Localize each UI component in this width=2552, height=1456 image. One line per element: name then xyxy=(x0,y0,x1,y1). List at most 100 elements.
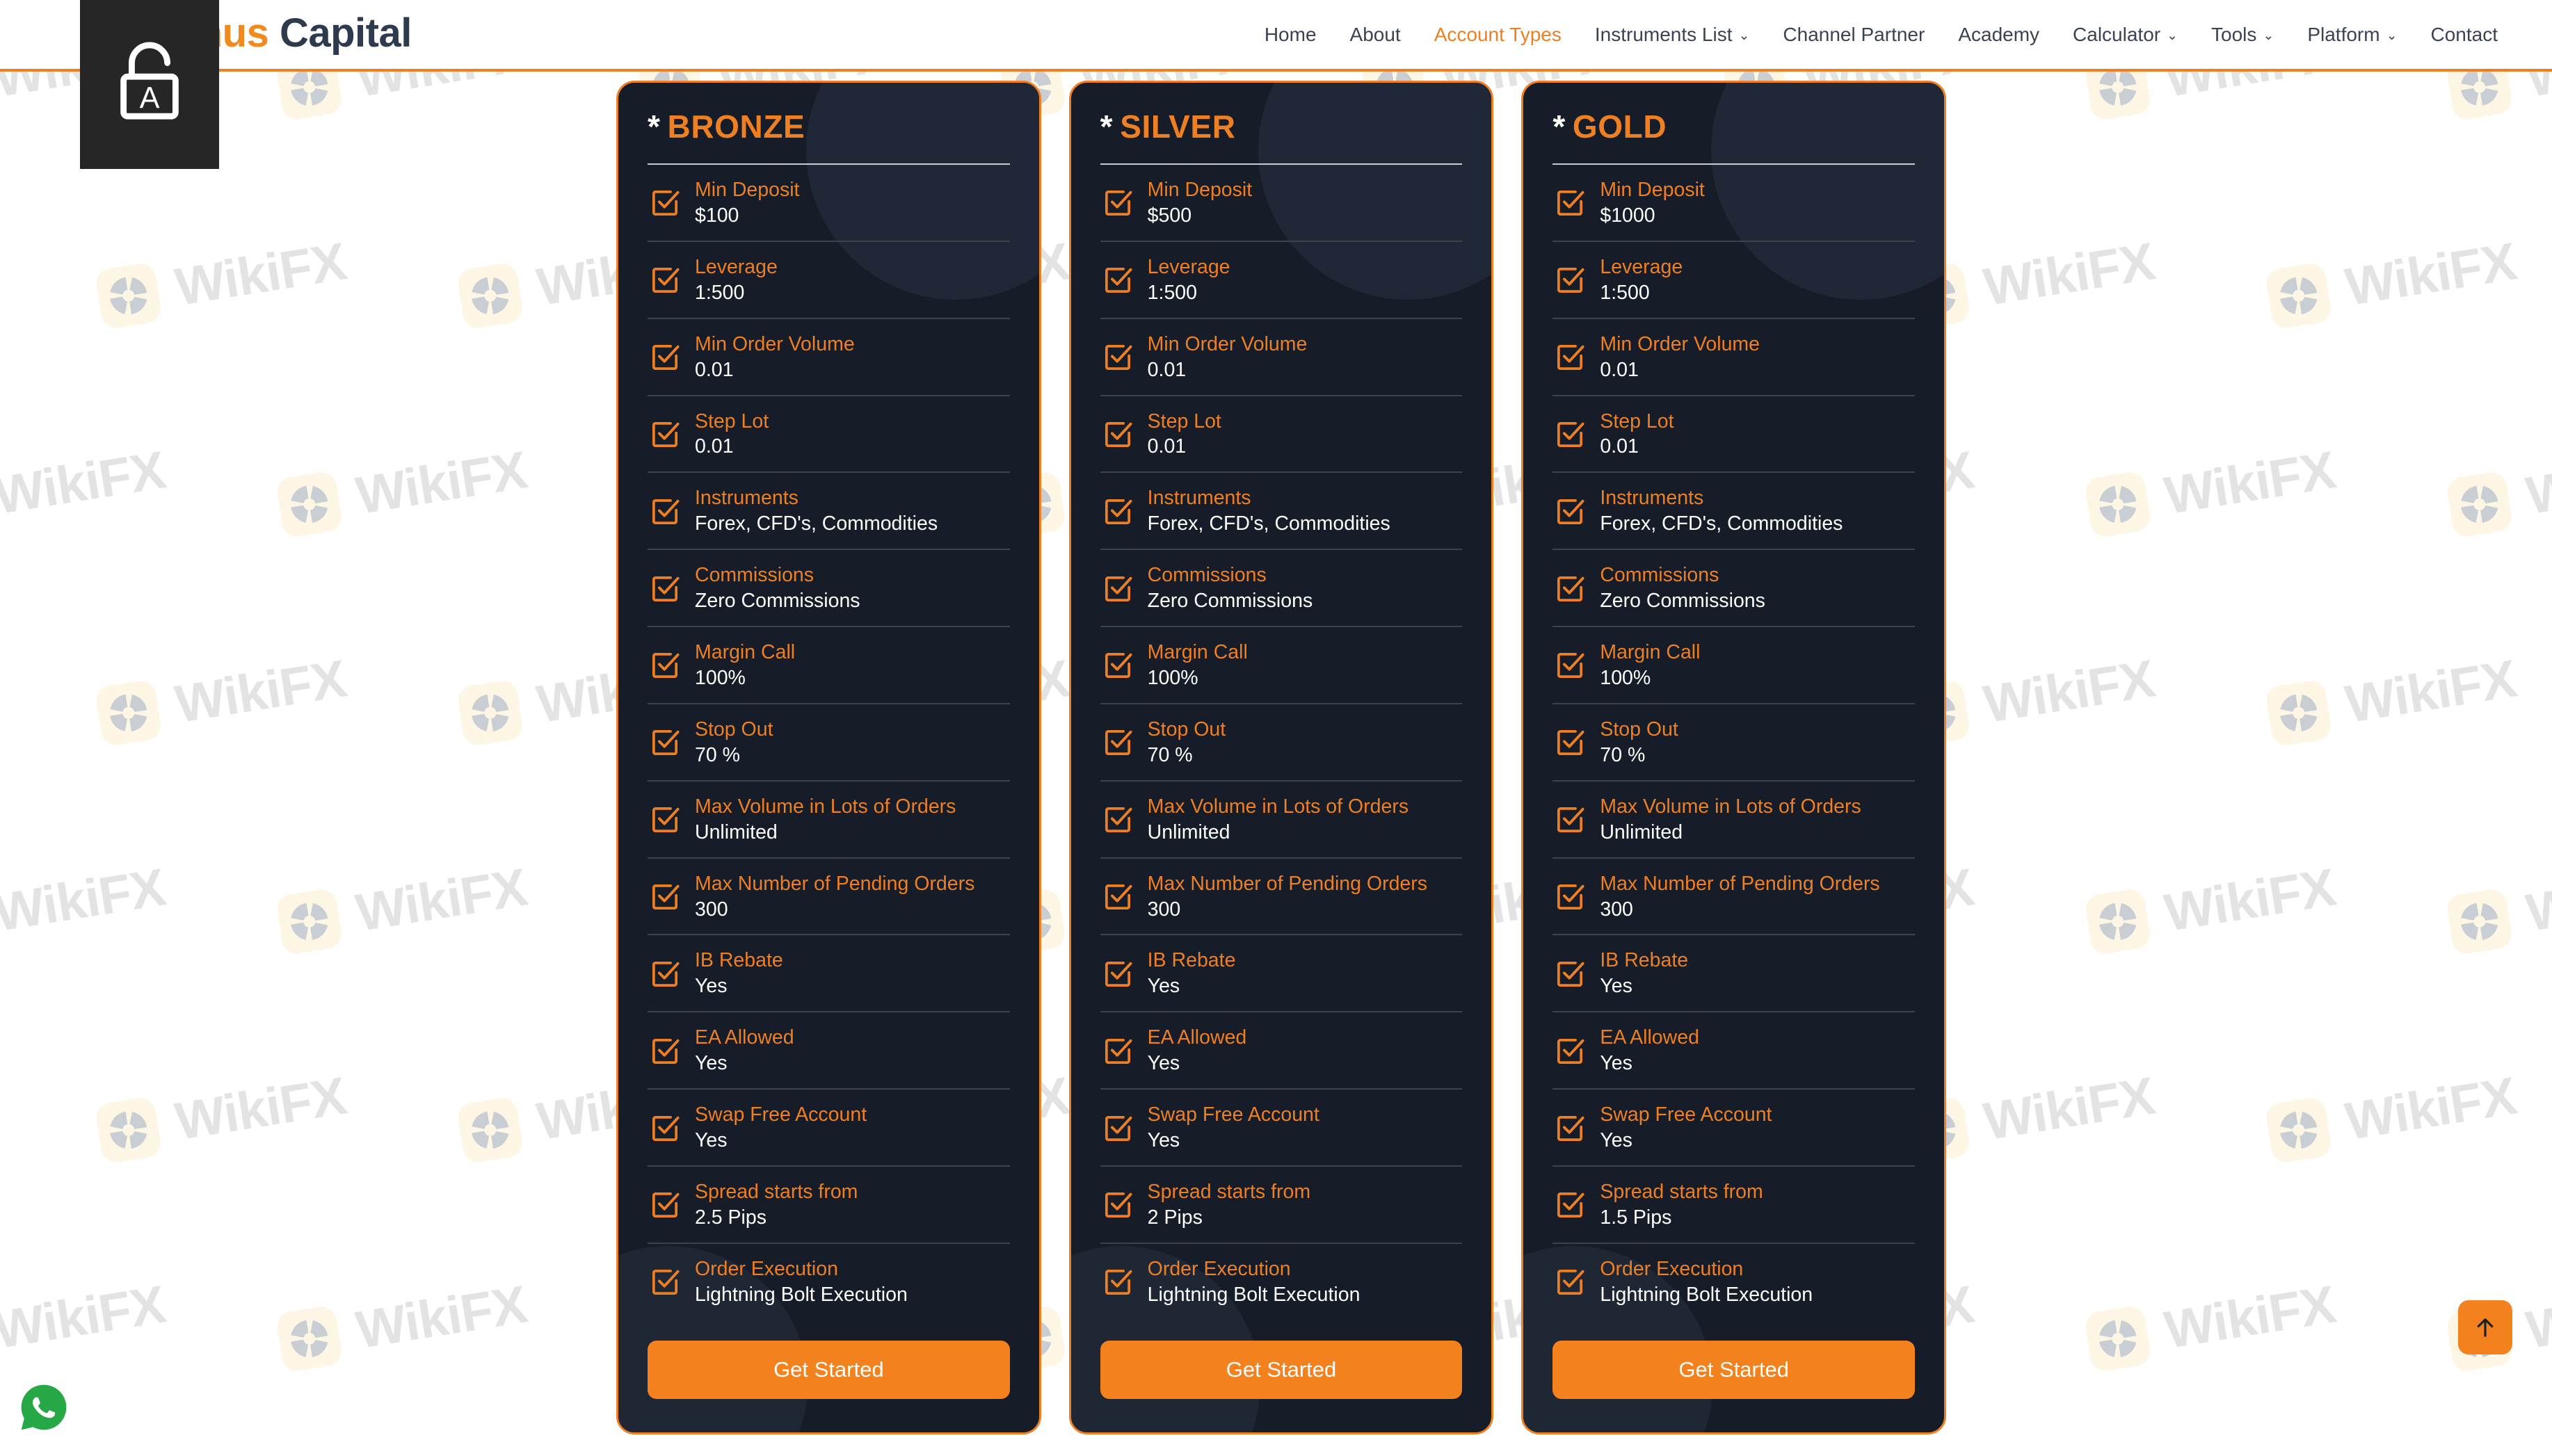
feature-value: Yes xyxy=(695,1052,728,1075)
watermark-item: WikiFX xyxy=(0,439,169,538)
feature-value: 70 % xyxy=(695,743,740,766)
feature-label: Max Number of Pending Orders xyxy=(695,872,975,895)
feature-text: Step Lot 0.01 xyxy=(1147,410,1221,458)
nav-item-tools[interactable]: Tools ⌄ xyxy=(2194,24,2290,46)
feature-value: Yes xyxy=(695,1129,728,1152)
feature-value: Yes xyxy=(1147,975,1180,998)
card-title-text: GOLD xyxy=(1572,108,1667,145)
account-card-bronze: * BRONZE Min Deposit $100 Leverage 1:500 Min O… xyxy=(616,81,1041,1434)
feature-label: Step Lot xyxy=(1147,410,1221,432)
feature-text: Stop Out 70 % xyxy=(1148,719,1226,766)
feature-row: IB Rebate Yes xyxy=(1100,935,1463,1013)
feature-value: 0.01 xyxy=(1147,358,1187,381)
nav-item-about[interactable]: About xyxy=(1333,24,1418,46)
watermark-item: WikiFX xyxy=(2083,1274,2339,1373)
feature-label: EA Allowed xyxy=(695,1026,794,1049)
nav-item-academy[interactable]: Academy xyxy=(1941,24,2056,46)
feature-text: Stop Out 70 % xyxy=(1600,719,1678,766)
card-body: * SILVER Min Deposit $500 Leverage 1:500 Min O… xyxy=(1071,83,1492,1320)
wikifx-logo-icon xyxy=(94,678,163,747)
feature-text: IB Rebate Yes xyxy=(695,951,783,997)
watermark-text: WikiFX xyxy=(171,649,351,735)
checkbox-checked-icon xyxy=(652,576,680,601)
feature-label: Max Volume in Lots of Orders xyxy=(1600,795,1861,818)
feature-text: Max Number of Pending Orders 300 xyxy=(1148,873,1427,921)
feature-label: Instruments xyxy=(1600,487,1704,510)
feature-row: Swap Free Account Yes xyxy=(648,1090,1010,1167)
feature-value: Yes xyxy=(1147,1052,1180,1075)
feature-text: Commissions Zero Commissions xyxy=(1600,565,1765,612)
nav-item-home[interactable]: Home xyxy=(1248,24,1333,46)
feature-label: Min Order Volume xyxy=(1147,332,1308,355)
nav-item-channel-partner[interactable]: Channel Partner xyxy=(1766,24,1941,46)
get-started-button[interactable]: Get Started xyxy=(1552,1340,1916,1399)
checkbox-checked-icon xyxy=(1105,1115,1132,1141)
feature-text: EA Allowed Yes xyxy=(1600,1026,1699,1074)
feature-value: 0.01 xyxy=(695,358,734,381)
nav-item-instruments-list[interactable]: Instruments List ⌄ xyxy=(1578,24,1767,46)
feature-value: Zero Commissions xyxy=(1147,590,1313,613)
feature-text: Max Number of Pending Orders 300 xyxy=(1600,873,1879,921)
wikifx-logo-icon xyxy=(2445,469,2514,539)
feature-label: Leverage xyxy=(1600,255,1683,278)
chevron-down-icon: ⌄ xyxy=(2263,29,2274,43)
feature-text: Max Volume in Lots of Orders Unlimited xyxy=(695,796,956,843)
card-title: * BRONZE xyxy=(648,108,1010,165)
checkbox-checked-icon xyxy=(1557,1038,1584,1064)
watermark-item: WikiFX xyxy=(2083,439,2339,539)
feature-row: EA Allowed Yes xyxy=(1552,1012,1916,1090)
get-started-button[interactable]: Get Started xyxy=(1100,1340,1463,1399)
feature-label: Leverage xyxy=(695,255,778,278)
feature-value: Forex, CFD's, Commodities xyxy=(695,512,938,535)
chevron-down-icon: ⌄ xyxy=(2167,29,2178,43)
feature-row: Max Volume in Lots of Orders Unlimited xyxy=(1100,782,1463,859)
nav-item-account-types[interactable]: Account Types xyxy=(1418,24,1578,46)
feature-label: Min Deposit xyxy=(1600,179,1705,201)
feature-row: Leverage 1:500 xyxy=(1552,242,1916,319)
feature-text: Min Deposit $100 xyxy=(695,179,799,227)
wikifx-logo-icon xyxy=(94,1095,163,1165)
feature-text: IB Rebate Yes xyxy=(1148,951,1236,997)
account-type-cards: * BRONZE Min Deposit $100 Leverage 1:500 Min O… xyxy=(616,81,1947,1434)
nav-item-calculator[interactable]: Calculator ⌄ xyxy=(2056,24,2194,46)
nav-item-label: Calculator xyxy=(2073,23,2161,45)
feature-row: Margin Call 100% xyxy=(1100,627,1463,704)
lock-letter: A xyxy=(140,81,160,115)
card-title: * GOLD xyxy=(1552,108,1916,165)
watermark-text: WikiFX xyxy=(2160,1275,2340,1361)
feature-value: 100% xyxy=(1600,666,1651,689)
whatsapp-button[interactable] xyxy=(18,1382,70,1433)
feature-row: Min Deposit $100 xyxy=(648,165,1010,242)
checkbox-checked-icon xyxy=(1105,268,1132,293)
watermark-item: WikiFX xyxy=(275,857,531,956)
feature-text: Instruments Forex, CFD's, Commodities xyxy=(695,487,938,535)
feature-text: Min Deposit $1000 xyxy=(1600,179,1705,227)
checkbox-checked-icon xyxy=(1105,807,1132,833)
feature-value: 2.5 Pips xyxy=(695,1206,767,1229)
nav-item-contact[interactable]: Contact xyxy=(2414,24,2515,46)
feature-row: Spread starts from 2.5 Pips xyxy=(648,1167,1010,1244)
feature-value: 100% xyxy=(695,666,746,689)
main-navigation: Home About Account Types Instruments List ⌄ C… xyxy=(1248,0,2514,69)
feature-row: Min Order Volume 0.01 xyxy=(1100,319,1463,396)
feature-row: Min Order Volume 0.01 xyxy=(1552,319,1916,396)
feature-row: Order Execution Lightning Bolt Execution xyxy=(648,1244,1010,1320)
feature-row: Order Execution Lightning Bolt Execution xyxy=(1100,1244,1463,1320)
feature-text: EA Allowed Yes xyxy=(1147,1027,1247,1075)
nav-item-label: Contact xyxy=(2430,23,2498,45)
get-started-button[interactable]: Get Started xyxy=(648,1340,1010,1399)
feature-value: Unlimited xyxy=(1147,820,1230,843)
feature-value: $500 xyxy=(1147,204,1192,227)
watermark-text: WikiFX xyxy=(1980,232,2159,318)
feature-label: Max Volume in Lots of Orders xyxy=(1147,795,1409,818)
checkbox-checked-icon xyxy=(652,191,680,216)
nav-item-platform[interactable]: Platform ⌄ xyxy=(2290,24,2414,46)
feature-label: EA Allowed xyxy=(1600,1026,1699,1049)
feature-text: Order Execution Lightning Bolt Execution xyxy=(1600,1259,1813,1306)
site-header: Venus Capital HomeAboutAccount TypesInst… xyxy=(0,0,2552,72)
feature-value: 1:500 xyxy=(1600,281,1650,304)
scroll-to-top-button[interactable] xyxy=(2458,1300,2512,1354)
feature-row: EA Allowed Yes xyxy=(1100,1012,1463,1090)
feature-row: Stop Out 70 % xyxy=(648,704,1010,782)
watermark-item: WikiFX xyxy=(94,231,350,330)
